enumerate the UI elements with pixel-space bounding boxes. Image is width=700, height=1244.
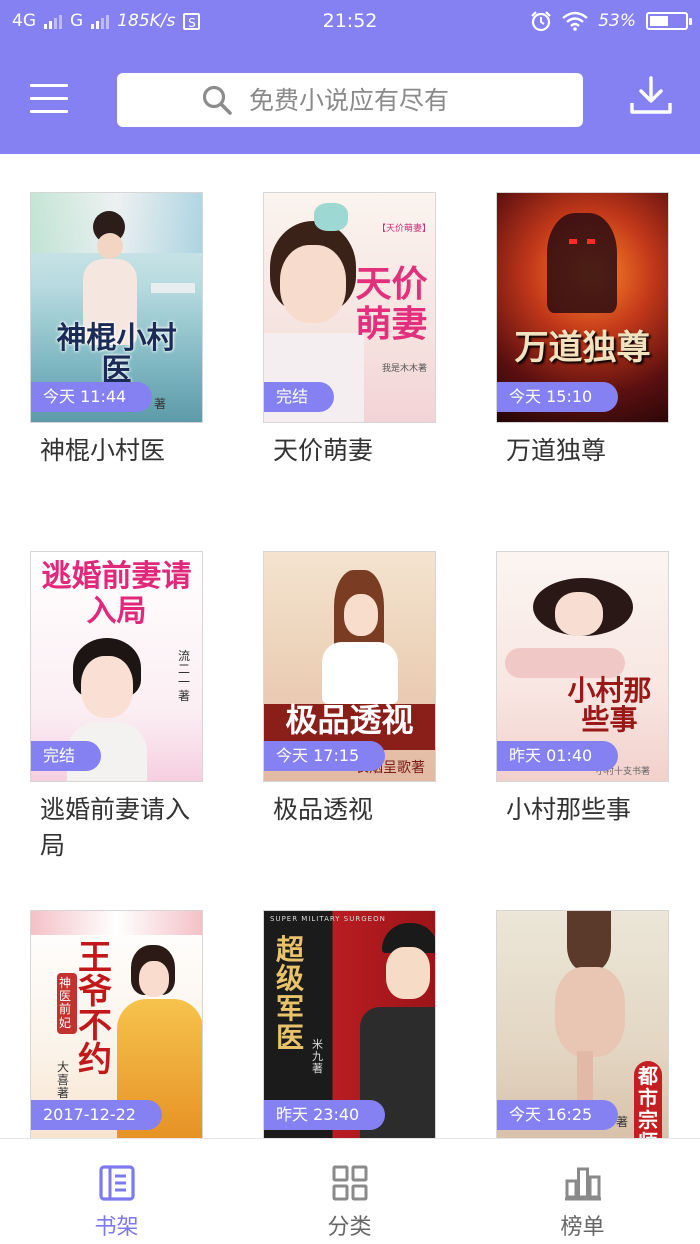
cover-title: 万道独尊 [514,328,651,368]
cover-credit: 大喜著 [57,1060,70,1101]
cover-title: 逃婚前妻请入局 [41,559,192,629]
ranking-bars-icon [565,1167,601,1201]
bookshelf-icon [99,1165,135,1201]
menu-icon-line [30,84,68,87]
update-tag: 完结 [31,741,102,771]
cover-title: 极品透视 [285,701,414,739]
book-card[interactable]: 逃婚前妻请入局 流二一著 完结 逃婚前妻请入局 [30,551,205,864]
cover-title: 天价萌妻 [355,263,428,345]
update-tag: 昨天 23:40 [264,1100,386,1130]
search-bar[interactable] [117,73,583,127]
update-tag: 2017-12-22 [31,1100,162,1130]
book-title: 逃婚前妻请入局 [40,795,191,860]
book-title: 万道独尊 [506,436,607,465]
search-input[interactable] [247,84,551,116]
book-cover[interactable]: 逃婚前妻请入局 流二一著 完结 [30,551,203,782]
nav-tab-category[interactable]: 分类 [233,1139,466,1244]
update-tag: 昨天 01:40 [497,741,619,771]
wifi-icon [562,11,588,31]
battery-percent: 53% [598,11,636,31]
book-card[interactable]: 万道独尊 今天 15:10 万道独尊 [496,192,671,469]
menu-icon-line [30,110,68,113]
cover-title: 王爷不约 [78,938,112,1080]
alarm-icon [531,11,551,32]
update-tag: 今天 17:15 [264,741,386,771]
cover-title: 超级军医 [276,933,305,1055]
nav-label: 分类 [327,1215,372,1240]
cover-credit: 著 [153,397,166,411]
cover-subtitle: SUPER MILITARY SURGEON [270,915,386,923]
book-cover[interactable]: SUPER MILITARY SURGEON 超级军医 米九著 昨天 23:40 [263,910,436,1138]
cover-title: 神棍小村医 [56,321,177,388]
book-card[interactable]: 都市宗师 著 今天 16:25 [496,910,671,1138]
book-card[interactable]: 【天价萌妻】 天价萌妻 我是木木著 完结 天价萌妻 [263,192,438,469]
cover-title: 都市宗师 [634,1061,662,1138]
menu-icon-line [30,97,68,100]
category-grid-icon [332,1165,368,1201]
book-card[interactable]: 极品透视 长烟呈歌著 今天 17:15 极品透视 [263,551,438,828]
book-title: 极品透视 [273,795,374,824]
book-cover[interactable]: 【天价萌妻】 天价萌妻 我是木木著 完结 [263,192,436,423]
book-card[interactable]: 神医前妃 王爷不约 大喜著 2017-12-22 [30,910,205,1138]
nav-label: 书架 [94,1215,139,1240]
top-header: 4G G 185K/s S 21:52 53% 免费小说应有尽有 [0,0,700,154]
nav-tab-bookshelf[interactable]: 书架 [0,1139,233,1244]
book-cover[interactable]: 万道独尊 今天 15:10 [496,192,669,423]
cover-credit: 我是木木著 [381,364,427,374]
cover-title: 小村那些事 [567,674,652,737]
update-tag: 完结 [264,382,335,412]
cover-credit: 米九著 [312,1038,323,1076]
status-bar: 4G G 185K/s S 21:52 53% [0,0,700,46]
book-title: 小村那些事 [506,795,632,824]
book-cover[interactable]: 极品透视 长烟呈歌著 今天 17:15 [263,551,436,782]
book-title: 神棍小村医 [40,436,166,465]
menu-button[interactable] [30,84,68,116]
cover-credit: 流二一著 [178,649,191,703]
book-card[interactable]: SUPER MILITARY SURGEON 超级军医 米九著 昨天 23:40 [263,910,438,1138]
book-cover[interactable]: 小村那些事 小村十支书著 昨天 01:40 [496,551,669,782]
cover-subtitle: 【天价萌妻】 [376,224,431,234]
update-tag: 今天 16:25 [497,1100,619,1130]
book-cover[interactable]: 都市宗师 著 今天 16:25 [496,910,669,1138]
search-icon [202,85,232,115]
cover-subtitle: 神医前妃 [57,973,77,1034]
status-right: 53% [530,10,692,32]
book-card[interactable]: 小村那些事 小村十支书著 昨天 01:40 小村那些事 [496,551,671,828]
nav-label: 榜单 [560,1215,605,1240]
battery-icon [646,12,692,30]
book-cover[interactable]: 神医前妃 王爷不约 大喜著 2017-12-22 [30,910,203,1138]
update-tag: 今天 11:44 [31,382,153,412]
nav-tab-ranking[interactable]: 榜单 [466,1139,699,1244]
download-icon[interactable] [628,76,674,116]
app-root: 4G G 185K/s S 21:52 53% 免费小说应有尽有 神棍小村医 著… [0,0,700,1244]
update-tag: 今天 15:10 [497,382,619,412]
book-title: 天价萌妻 [273,436,374,465]
bottom-nav: 书架 分类 榜单 [0,1138,700,1244]
book-cover[interactable]: 神棍小村医 著 今天 11:44 [30,192,203,423]
book-card[interactable]: 神棍小村医 著 今天 11:44 神棍小村医 [30,192,205,469]
bookshelf-grid: 神棍小村医 著 今天 11:44 神棍小村医 【天价萌妻】 天价萌妻 我是木木著… [0,154,700,1138]
